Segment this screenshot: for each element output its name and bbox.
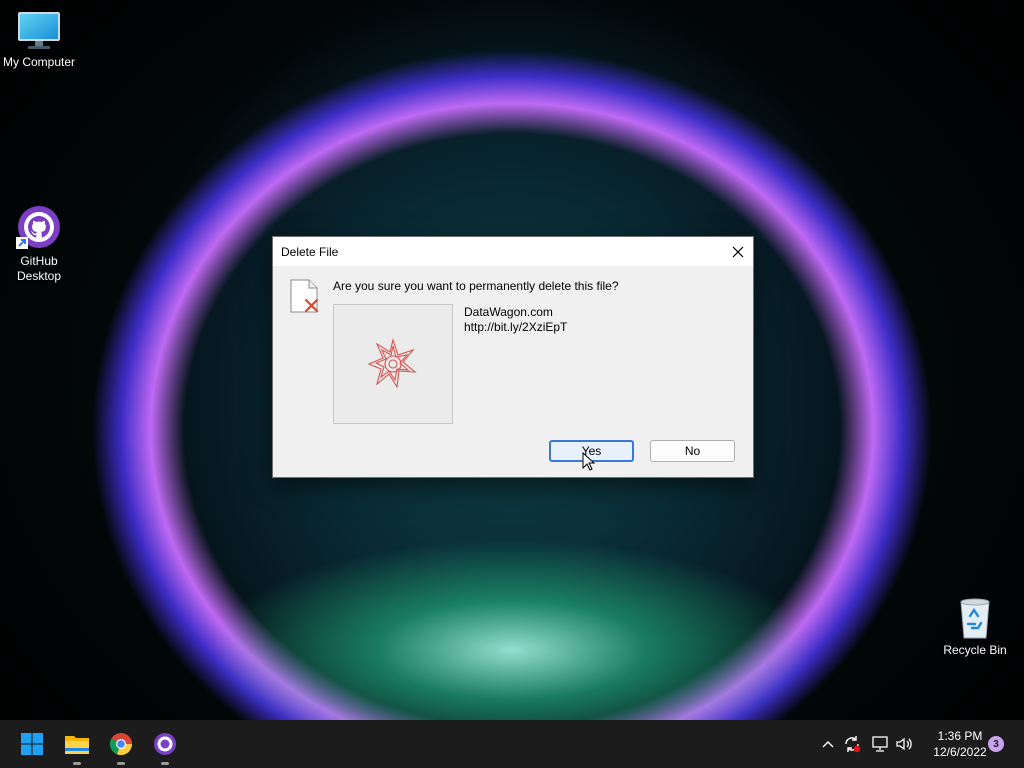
- show-hidden-icons-button[interactable]: [818, 734, 838, 754]
- recycle-bin-label: Recycle Bin: [943, 643, 1007, 657]
- sync-status-button[interactable]: [842, 734, 862, 754]
- taskbar-chrome[interactable]: [105, 728, 137, 765]
- delete-file-dialog: Delete File Are you sure you want to per…: [272, 236, 754, 478]
- file-explorer-icon: [65, 736, 89, 754]
- chrome-icon: [109, 733, 133, 756]
- volume-icon: [896, 737, 912, 751]
- network-icon: [872, 736, 888, 752]
- running-indicator: [117, 762, 125, 765]
- file-details: DataWagon.com http://bit.ly/2XziEpT: [464, 305, 567, 335]
- no-button[interactable]: No: [650, 440, 735, 462]
- taskbar-github-desktop[interactable]: [149, 728, 181, 765]
- close-button[interactable]: [723, 237, 753, 266]
- github-desktop-icon: [16, 206, 60, 249]
- desktop-icon-recycle-bin[interactable]: Recycle Bin: [937, 596, 1013, 658]
- file-preview-icon: [367, 338, 417, 389]
- network-button[interactable]: [870, 734, 890, 754]
- monitor-icon: [18, 12, 60, 49]
- delete-file-icon: [290, 279, 319, 313]
- close-icon: [732, 246, 744, 257]
- recycle-bin-icon: [960, 598, 990, 639]
- volume-button[interactable]: [894, 734, 914, 754]
- mouse-cursor-icon: [582, 452, 596, 471]
- dialog-titlebar[interactable]: Delete File: [273, 237, 753, 266]
- file-thumbnail: [333, 304, 453, 424]
- desktop-icon-my-computer[interactable]: My Computer: [1, 10, 77, 70]
- taskbar: 1:36 PM 12/6/2022 3: [0, 720, 1024, 768]
- desktop-icon-github-desktop[interactable]: GitHub Desktop: [1, 205, 77, 284]
- running-indicator: [73, 762, 81, 765]
- sync-icon: [845, 736, 861, 753]
- confirm-question: Are you sure you want to permanently del…: [333, 279, 619, 293]
- start-button[interactable]: [16, 728, 48, 760]
- my-computer-label: My Computer: [2, 55, 76, 69]
- github-desktop-label: GitHub Desktop: [16, 254, 62, 283]
- taskbar-file-explorer[interactable]: [61, 728, 93, 765]
- running-indicator: [161, 762, 169, 765]
- chevron-up-icon: [822, 741, 834, 748]
- file-name: DataWagon.com: [464, 305, 553, 319]
- notification-badge[interactable]: 3: [988, 736, 1004, 752]
- github-desktop-icon: [154, 733, 176, 755]
- start-icon: [21, 733, 43, 755]
- dialog-title: Delete File: [281, 245, 339, 259]
- file-url: http://bit.ly/2XziEpT: [464, 320, 568, 334]
